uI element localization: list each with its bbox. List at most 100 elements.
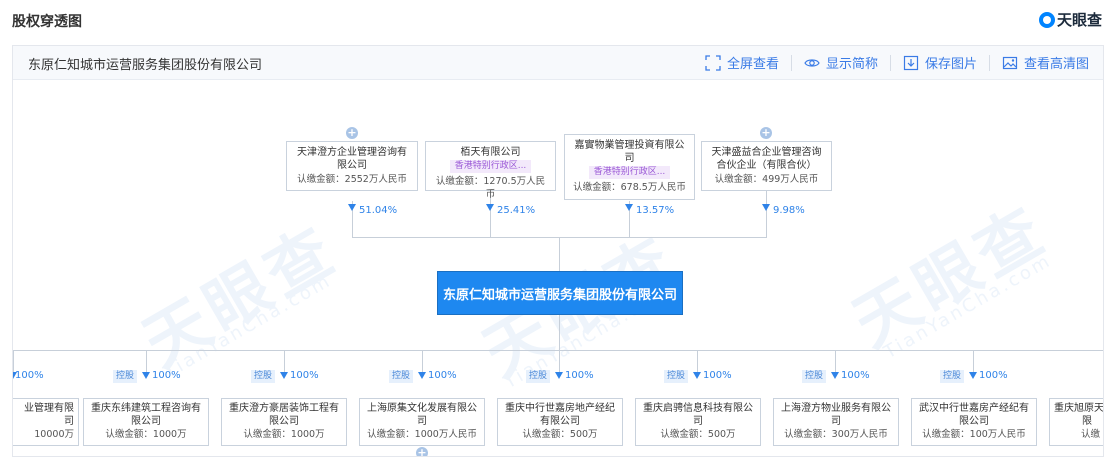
ownership-percent: 100% (15, 370, 44, 381)
ownership-arrow-icon (486, 204, 494, 211)
subsidiary-amount: 认缴金额：300万人民币 (784, 429, 888, 440)
ownership-arrow-icon (142, 372, 150, 379)
fullscreen-icon (705, 54, 721, 71)
ownership-percent: 100% (290, 370, 319, 381)
subsidiary-amount: 认缴金额：1000万 (243, 429, 325, 440)
subsidiary-name: 重庆澄方豪居装饰工程有 (229, 403, 339, 414)
holding-badge: 控股 (526, 370, 551, 383)
subsidiary-amount: 认缴金额：100万人民币 (922, 429, 1026, 440)
expand-plus-icon[interactable]: + (346, 127, 358, 139)
shareholder-name: 天津澄方企业管理咨询有 (297, 147, 407, 158)
subsidiary-name: 重庆旭原天 (1054, 403, 1104, 414)
simplified-label: 显示简称 (825, 57, 878, 72)
region-tag: 香港特别行政区... (588, 166, 671, 179)
eye-icon (804, 58, 820, 67)
expand-plus-icon[interactable]: + (760, 127, 772, 139)
ownership-arrow-icon (762, 204, 770, 211)
shareholder-name: 栢天有限公司 (460, 147, 521, 158)
ownership-percent: 100% (979, 370, 1008, 381)
subsidiary-card[interactable]: 上海原集文化发展有限公 司 认缴金额：1000万人民币 (359, 398, 485, 446)
holding-badge: 控股 (802, 370, 827, 383)
subsidiary-name: 业管理有限 (24, 403, 74, 414)
ownership-arrow-icon (625, 204, 633, 211)
tianyancha-logo-icon (1038, 11, 1055, 28)
subsidiary-amount: 认缴金额：1000万 (105, 429, 187, 440)
subsidiary-card[interactable]: 武汉中行世嘉房产经纪有 限公司 认缴金额：100万人民币 (911, 398, 1037, 446)
ownership-percent: 100% (841, 370, 870, 381)
subsidiary-card[interactable]: 重庆旭原天 限 认缴 (1049, 398, 1104, 446)
subsidiary-name: 司 (64, 416, 74, 427)
shareholder-card[interactable]: 天津盛益合企业管理咨询 合伙企业（有限合伙） 认缴金额：499万人民币 (701, 141, 832, 191)
subsidiary-name: 有限公司 (540, 416, 580, 427)
subsidiary-name: 重庆启骋信息科技有限公 (643, 403, 753, 414)
subsidiary-name: 司 (831, 416, 841, 427)
subsidiary-card[interactable]: 业管理有限 司 10000万 (13, 398, 79, 446)
watermark-sub: TianYanCha.com (160, 269, 336, 384)
watermark: 天眼查 (131, 212, 351, 382)
subsidiary-amount: 认缴 (1080, 429, 1100, 440)
subsidiary-name: 上海原集文化发展有限公 (367, 403, 477, 414)
holding-badge: 控股 (389, 370, 414, 383)
subsidiary-card[interactable]: 上海澄方物业服务有限公 司 认缴金额：300万人民币 (773, 398, 899, 446)
shareholder-amount: 认缴金额：678.5万人民币 (573, 182, 686, 193)
ownership-arrow-icon (418, 372, 426, 379)
subsidiary-card[interactable]: 重庆中行世嘉房地产经纪 有限公司 认缴金额：500万 (497, 398, 623, 446)
brand-logo: 天眼查 (1038, 9, 1102, 30)
ownership-percent: 100% (565, 370, 594, 381)
subsidiary-name: 司 (417, 416, 427, 427)
ownership-percent: 25.41% (497, 205, 536, 216)
subsidiary-name: 限公司 (269, 416, 299, 427)
save-image-label: 保存图片 (924, 57, 977, 72)
save-image-button[interactable]: 保存图片 (903, 53, 977, 72)
subsidiary-name: 限 (1082, 416, 1092, 427)
fullscreen-button[interactable]: 全屏查看 (705, 53, 779, 72)
subsidiary-amount: 认缴金额：500万 (660, 429, 736, 440)
ownership-percent: 13.57% (636, 205, 675, 216)
subsidiary-amount: 10000万 (34, 429, 74, 440)
ownership-arrow-icon (831, 372, 839, 379)
fullscreen-label: 全屏查看 (726, 57, 779, 72)
subsidiary-name: 上海澄方物业服务有限公 (781, 403, 891, 414)
shareholder-amount: 认缴金额：2552万人民币 (297, 174, 407, 185)
watermark-sub: TianYanCha.com (880, 249, 1056, 364)
image-icon (1002, 56, 1018, 69)
chart-toolbar: 东原仁知城市运营服务集团股份有限公司 全屏查看 显示简称 保存图片 查看高清图 (13, 46, 1103, 80)
expand-plus-icon[interactable]: + (416, 447, 428, 456)
shareholder-name: 限公司 (337, 160, 367, 171)
holding-badge: 控股 (940, 370, 965, 383)
ownership-percent: 100% (428, 370, 457, 381)
shareholder-name: 嘉實物業管理投資有限公 (574, 140, 685, 151)
region-tag: 香港特别行政区... (449, 160, 532, 173)
toolbar-actions: 全屏查看 显示简称 保存图片 查看高清图 (705, 53, 1089, 72)
holding-badge: 控股 (251, 370, 276, 383)
ownership-arrow-icon (693, 372, 701, 379)
subsidiary-card[interactable]: 重庆澄方豪居装饰工程有 限公司 认缴金额：1000万 (221, 398, 347, 446)
page-title: 股权穿透图 (12, 14, 82, 30)
holding-badge: 控股 (664, 370, 689, 383)
subsidiary-name: 限公司 (959, 416, 989, 427)
shareholder-card[interactable]: 嘉實物業管理投資有限公 司 香港特别行政区... 认缴金额：678.5万人民币 (564, 134, 695, 200)
ownership-percent: 100% (152, 370, 181, 381)
watermark: 天眼查 (841, 192, 1061, 362)
subsidiary-amount: 认缴金额：1000万人民币 (367, 429, 477, 440)
subsidiary-card[interactable]: 重庆东纬建筑工程咨询有 限公司 认缴金额：1000万 (83, 398, 209, 446)
shareholder-card[interactable]: 天津澄方企业管理咨询有 限公司 认缴金额：2552万人民币 (286, 141, 418, 191)
divider (988, 54, 990, 71)
subsidiary-name: 司 (693, 416, 703, 427)
ownership-arrow-icon (555, 372, 563, 379)
connector-line (766, 191, 767, 237)
subsidiary-card[interactable]: 重庆启骋信息科技有限公 司 认缴金额：500万 (635, 398, 761, 446)
shareholder-card[interactable]: 栢天有限公司 香港特别行政区... 认缴金额：1270.5万人民币 (425, 141, 556, 200)
ownership-percent: 100% (703, 370, 732, 381)
hd-image-button[interactable]: 查看高清图 (1002, 53, 1089, 72)
subsidiary-name: 重庆中行世嘉房地产经纪 (505, 403, 615, 414)
target-company-node[interactable]: 东原仁知城市运营服务集团股份有限公司 (437, 271, 683, 315)
divider (889, 54, 891, 71)
shareholder-name: 合伙企业（有限合伙） (716, 160, 817, 171)
shareholder-amount: 认缴金额：499万人民币 (714, 174, 819, 185)
ownership-arrow-icon (280, 372, 288, 379)
subsidiary-name: 重庆东纬建筑工程咨询有 (91, 403, 201, 414)
subsidiary-name: 限公司 (131, 416, 161, 427)
ownership-arrow-icon (969, 372, 977, 379)
simplified-button[interactable]: 显示简称 (804, 53, 878, 72)
